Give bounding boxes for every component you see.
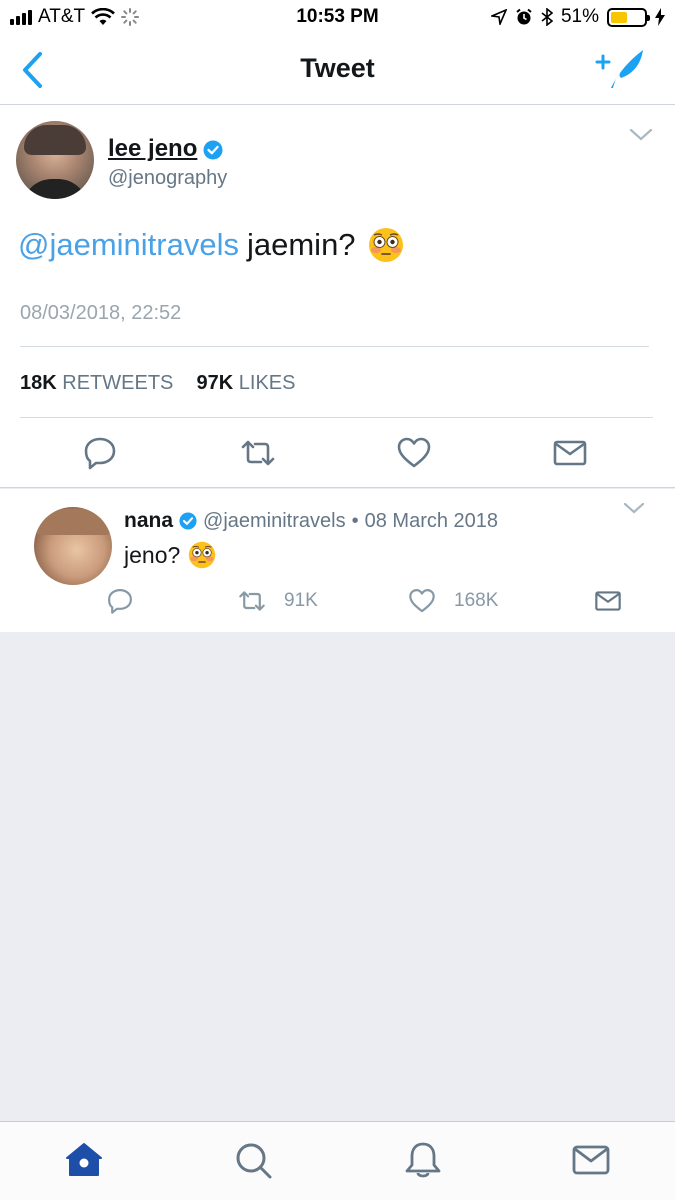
- chevron-down-icon[interactable]: [623, 501, 645, 515]
- tab-bar: [0, 1121, 675, 1200]
- notifications-bell-icon[interactable]: [403, 1140, 443, 1180]
- messages-icon[interactable]: [571, 1140, 611, 1180]
- reply-date: 08 March 2018: [364, 509, 499, 532]
- user-name[interactable]: lee jeno: [108, 135, 223, 163]
- verified-badge-icon: [179, 512, 197, 530]
- retweet-count: 91K: [284, 590, 318, 611]
- likes-count[interactable]: 97K: [197, 372, 234, 394]
- tweet-timestamp: 08/03/2018, 22:52: [20, 302, 182, 324]
- retweet-icon[interactable]: [240, 435, 276, 471]
- page-title: Tweet: [300, 53, 375, 83]
- bluetooth-icon: [541, 8, 553, 26]
- location-arrow-icon: [490, 9, 507, 25]
- tweet-text: @jaeminitravels jaemin?: [18, 227, 404, 263]
- direct-message-icon[interactable]: [594, 587, 622, 615]
- mention-link[interactable]: @jaeminitravels: [18, 227, 239, 263]
- reply-user-handle[interactable]: @jaeminitravels: [203, 510, 346, 533]
- home-icon[interactable]: [64, 1140, 104, 1180]
- main-tweet[interactable]: lee jeno @jenography @jaeminitravels jae…: [0, 105, 675, 488]
- alarm-icon: [516, 8, 532, 25]
- reply-icon[interactable]: [82, 435, 118, 471]
- reply-user-name[interactable]: nana: [124, 509, 173, 533]
- compose-tweet-icon[interactable]: [595, 46, 647, 90]
- charging-bolt-icon: [655, 8, 665, 26]
- status-right: 51%: [490, 6, 665, 28]
- reply-tweet[interactable]: nana @jaeminitravels • 08 March 2018 jen…: [0, 489, 675, 632]
- search-icon[interactable]: [233, 1140, 273, 1180]
- user-name-text[interactable]: lee jeno: [108, 135, 197, 162]
- like-heart-icon[interactable]: [396, 435, 432, 471]
- retweet-action[interactable]: 91K: [238, 587, 318, 615]
- direct-message-icon[interactable]: [552, 435, 588, 471]
- reply-body: jeno?: [124, 541, 181, 568]
- reply-icon[interactable]: [106, 587, 134, 615]
- flushed-face-icon: [189, 541, 216, 569]
- retweets-count[interactable]: 18K: [20, 372, 57, 394]
- battery-level: [611, 11, 628, 23]
- battery-percent: 51%: [560, 6, 599, 27]
- retweets-label[interactable]: RETWEETS: [62, 372, 173, 394]
- avatar[interactable]: [16, 121, 94, 199]
- user-handle[interactable]: @jenography: [108, 167, 227, 190]
- retweet-icon[interactable]: [238, 587, 266, 615]
- tweet-body: jaemin?: [246, 227, 356, 262]
- reply-header: nana @jaeminitravels • 08 March 2018: [124, 509, 498, 533]
- like-heart-icon[interactable]: [408, 587, 436, 615]
- reply-text: jeno?: [124, 541, 216, 569]
- divider: [20, 417, 653, 418]
- reply-action[interactable]: [106, 587, 134, 615]
- like-count: 168K: [454, 590, 499, 611]
- status-bar: AT&T 10:53 PM 51%: [0, 0, 675, 34]
- like-action[interactable]: 168K: [408, 587, 498, 615]
- tweet-stats: 18K RETWEETS 97K LIKES: [20, 372, 295, 395]
- separator-dot: •: [351, 509, 359, 532]
- direct-message-action[interactable]: [594, 587, 622, 615]
- battery-icon: [607, 7, 650, 27]
- avatar[interactable]: [34, 507, 112, 585]
- nav-bar: Tweet: [0, 34, 675, 105]
- flushed-face-icon: [368, 228, 403, 262]
- divider: [20, 346, 649, 347]
- chevron-down-icon[interactable]: [629, 127, 653, 143]
- verified-badge-icon: [203, 140, 223, 160]
- likes-label[interactable]: LIKES: [239, 372, 296, 394]
